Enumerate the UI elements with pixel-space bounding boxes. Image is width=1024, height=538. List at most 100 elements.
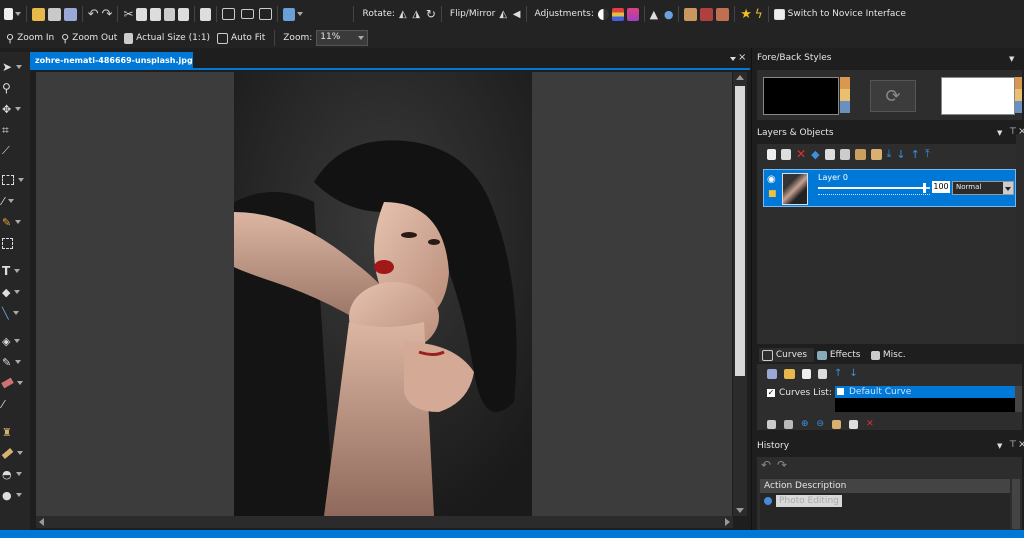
rotate-left-icon[interactable]: ◭: [399, 9, 407, 20]
new-file-icon[interactable]: [4, 8, 13, 20]
curve-down-icon[interactable]: ↓: [849, 368, 857, 379]
scroll-left-arrow[interactable]: [39, 518, 44, 526]
open-curve-icon[interactable]: [784, 368, 795, 379]
line-tool[interactable]: ╲: [2, 304, 24, 322]
rotate-free-icon[interactable]: ↻: [426, 7, 436, 21]
grid-icon[interactable]: [222, 8, 235, 20]
chevron-down-icon[interactable]: [16, 65, 23, 69]
zoom-tool[interactable]: ⚲: [2, 79, 24, 97]
blend-mode-select[interactable]: Normal: [952, 181, 1014, 195]
layer-name[interactable]: Layer 0: [818, 173, 848, 182]
crop-tool[interactable]: ⌗: [2, 121, 24, 139]
image-mode-icon[interactable]: [283, 7, 296, 21]
flip-vertical-icon[interactable]: ◭: [499, 9, 507, 20]
chevron-down-icon[interactable]: [17, 451, 23, 455]
history-redo-icon[interactable]: ↷: [777, 458, 787, 472]
blur-brush-tool[interactable]: ◓: [2, 465, 24, 483]
layer-mask-icon[interactable]: [824, 148, 835, 160]
flatten-icon[interactable]: [854, 148, 866, 160]
canvas-vertical-scrollbar[interactable]: [733, 72, 747, 516]
undo-icon[interactable]: ↶: [88, 7, 99, 22]
chevron-down-icon[interactable]: [358, 36, 365, 40]
document-tab[interactable]: zohre-nemati-486669-unsplash.jpg: [30, 52, 193, 68]
chevron-down-icon[interactable]: [297, 12, 304, 16]
curves-list-item[interactable]: Default Curve: [835, 386, 1015, 398]
chevron-down-icon[interactable]: [17, 381, 23, 385]
sharpen-icon[interactable]: ▲: [650, 8, 658, 21]
move-layer-top-icon[interactable]: ⤒: [925, 147, 930, 161]
close-panel-icon[interactable]: ×: [1018, 439, 1024, 450]
chevron-down-icon[interactable]: [15, 360, 22, 364]
red-eye-icon[interactable]: [700, 7, 714, 21]
tab-curves[interactable]: Curves: [759, 348, 814, 362]
redo-icon[interactable]: ↷: [102, 7, 113, 22]
novice-interface-icon[interactable]: [773, 8, 785, 20]
move-tool[interactable]: ✥: [2, 100, 24, 118]
brush-tool[interactable]: ✎: [2, 353, 24, 371]
curves-list-checkbox[interactable]: ✓: [767, 389, 775, 397]
chevron-down-icon[interactable]: [15, 220, 22, 224]
actual-size-icon[interactable]: [124, 32, 134, 44]
actual-size-button[interactable]: Actual Size (1:1): [136, 33, 210, 43]
levels-icon[interactable]: [626, 7, 639, 21]
canvas-area[interactable]: [36, 72, 732, 516]
retouch-tool[interactable]: [1, 444, 24, 462]
delete-icon[interactable]: [178, 7, 189, 21]
layers-scrollbar[interactable]: [1016, 134, 1024, 344]
blur-icon[interactable]: ●: [664, 8, 674, 21]
save-icon[interactable]: [47, 7, 61, 21]
auto-fit-button[interactable]: Auto Fit: [231, 33, 265, 43]
fill-tool[interactable]: ◈: [2, 332, 24, 350]
curve-copy-icon[interactable]: [832, 419, 842, 429]
curve-pen-icon[interactable]: [784, 419, 793, 429]
panel-menu-icon[interactable]: ▼: [997, 129, 1002, 137]
chevron-down-icon[interactable]: [14, 290, 21, 294]
panel-menu-icon[interactable]: ▼: [1009, 55, 1014, 63]
duplicate-layer-icon[interactable]: [781, 148, 791, 160]
foreground-style-icon[interactable]: [840, 77, 850, 113]
zoom-in-button[interactable]: Zoom In: [17, 33, 54, 43]
merge-layers-icon[interactable]: [839, 148, 850, 160]
straighten-tool[interactable]: ⟋: [2, 142, 24, 160]
chevron-down-icon[interactable]: [15, 472, 22, 476]
move-layer-up-icon[interactable]: ↑: [911, 148, 920, 161]
history-scrollbar[interactable]: [1012, 479, 1020, 529]
curves-list[interactable]: Default Curve: [835, 386, 1015, 412]
smart-brush-tool[interactable]: ✎: [2, 213, 24, 231]
chevron-down-icon[interactable]: [14, 269, 21, 273]
opacity-slider[interactable]: [818, 183, 930, 193]
pin-icon[interactable]: ⊤: [1009, 440, 1017, 450]
lock-icon[interactable]: ■: [768, 189, 777, 199]
move-layer-down-icon[interactable]: ↓: [896, 148, 905, 161]
refine-selection-tool[interactable]: [2, 234, 24, 252]
chevron-down-icon[interactable]: [18, 178, 24, 182]
chevron-down-icon[interactable]: [15, 107, 22, 111]
tab-effects[interactable]: Effects: [815, 348, 869, 362]
opacity-slider-knob[interactable]: [923, 183, 927, 193]
layer-properties-icon[interactable]: ◆: [811, 148, 819, 161]
lightning-icon[interactable]: ϟ: [755, 7, 763, 21]
foreground-color-swatch[interactable]: [763, 77, 839, 115]
save-as-icon[interactable]: [63, 7, 77, 21]
guides-icon[interactable]: [259, 8, 273, 20]
chevron-down-icon[interactable]: [14, 339, 21, 343]
swap-colors-button[interactable]: ⟳: [870, 80, 916, 112]
zoom-in-curve-icon[interactable]: ⊕: [801, 419, 809, 429]
clone-tool[interactable]: ♜: [2, 423, 24, 441]
contrast-icon[interactable]: [597, 8, 609, 20]
switch-novice-button[interactable]: Switch to Novice Interface: [788, 9, 906, 19]
scroll-down-arrow[interactable]: [736, 508, 744, 513]
blend-mode-chevron-icon[interactable]: [1003, 182, 1013, 194]
new-curve-icon[interactable]: [802, 368, 811, 379]
scroll-right-arrow[interactable]: [725, 518, 730, 526]
auto-fit-icon[interactable]: [216, 32, 228, 44]
background-style-icon[interactable]: [1015, 77, 1022, 113]
photo-effects-icon[interactable]: [716, 7, 730, 21]
close-document-icon[interactable]: ×: [738, 52, 746, 63]
photo-image[interactable]: [234, 72, 532, 516]
curve-tool-icon[interactable]: [767, 419, 776, 429]
new-layer-icon[interactable]: [767, 148, 776, 160]
chevron-down-icon[interactable]: [12, 311, 19, 315]
canvas-horizontal-scrollbar[interactable]: [36, 516, 733, 528]
curve-paste-icon[interactable]: [849, 419, 859, 429]
